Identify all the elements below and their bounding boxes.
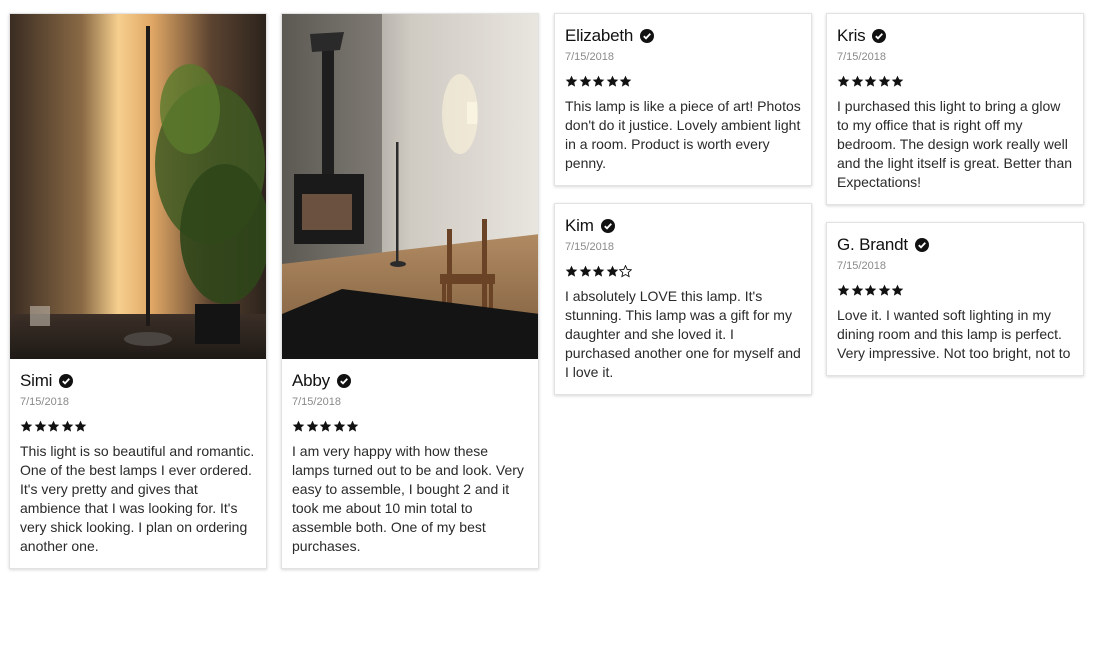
star-filled-icon [592,75,605,87]
star-filled-icon [592,265,605,277]
verified-check-icon [640,29,655,43]
star-filled-icon [837,75,850,87]
star-rating [292,420,528,434]
star-rating [565,75,801,89]
star-filled-icon [333,420,345,432]
review-photo[interactable] [282,14,538,359]
review-card-kim[interactable]: Kim 7/15/2018 I absolutely LOVE this lam… [554,203,812,395]
star-filled-icon [878,284,890,296]
review-card-elizabeth[interactable]: Elizabeth 7/15/2018 This lamp is like a … [554,13,812,186]
star-rating [20,420,256,434]
verified-check-icon [914,238,929,252]
star-filled-icon [579,265,591,277]
star-filled-icon [864,284,877,296]
review-date: 7/15/2018 [292,396,341,408]
reviewer-name: Elizabeth [565,26,634,45]
verified-check-icon [600,219,615,233]
star-rating [837,75,1073,89]
room-lamp-photo [282,14,538,359]
review-date: 7/15/2018 [565,241,614,253]
star-filled-icon [292,420,305,432]
star-filled-icon [346,420,359,432]
review-date: 7/15/2018 [565,51,614,63]
star-filled-icon [878,75,890,87]
verified-check-icon [59,374,74,388]
star-rating [837,284,1073,298]
star-filled-icon [74,420,87,432]
reviewer-name: Abby [292,371,330,390]
review-text: Love it. I wanted soft lighting in my di… [837,307,1071,361]
reviewer-name: Kris [837,26,866,45]
reviewer-name: Kim [565,216,594,235]
review-date: 7/15/2018 [837,51,886,63]
star-filled-icon [34,420,46,432]
review-text: I absolutely LOVE this lamp. It's stunni… [565,288,801,380]
review-photo[interactable] [10,14,266,359]
star-filled-icon [891,75,904,87]
verified-check-icon [336,374,351,388]
star-filled-icon [579,75,591,87]
star-filled-icon [606,75,618,87]
star-filled-icon [306,420,318,432]
star-rating [565,265,801,279]
star-filled-icon [864,75,877,87]
review-date: 7/15/2018 [837,260,886,272]
star-empty-icon [619,265,632,278]
star-filled-icon [619,75,632,87]
review-text: This lamp is like a piece of art! Photos… [565,98,801,171]
star-filled-icon [47,420,60,432]
verified-check-icon [872,29,887,43]
star-filled-icon [891,284,904,296]
star-filled-icon [837,284,850,296]
star-filled-icon [606,265,618,277]
review-card-g-brandt[interactable]: G. Brandt 7/15/2018 Love it. I wanted so… [826,222,1084,376]
star-filled-icon [565,265,578,277]
reviewer-name: Simi [20,371,53,390]
floor-lamp-photo [10,14,266,359]
star-filled-icon [851,284,863,296]
review-text: I am very happy with how these lamps tur… [292,443,524,554]
star-filled-icon [20,420,33,432]
review-date: 7/15/2018 [20,396,69,408]
review-card-simi[interactable]: Simi 7/15/2018 This light is so beautifu… [9,13,267,569]
reviewer-name: G. Brandt [837,235,908,254]
review-card-kris[interactable]: Kris 7/15/2018 I purchased this light to… [826,13,1084,205]
review-card-abby[interactable]: Abby 7/15/2018 I am very happy with how … [281,13,539,569]
review-text: This light is so beautiful and romantic.… [20,443,255,554]
star-filled-icon [565,75,578,87]
review-text: I purchased this light to bring a glow t… [837,98,1073,190]
star-filled-icon [61,420,73,432]
star-filled-icon [319,420,332,432]
star-filled-icon [851,75,863,87]
